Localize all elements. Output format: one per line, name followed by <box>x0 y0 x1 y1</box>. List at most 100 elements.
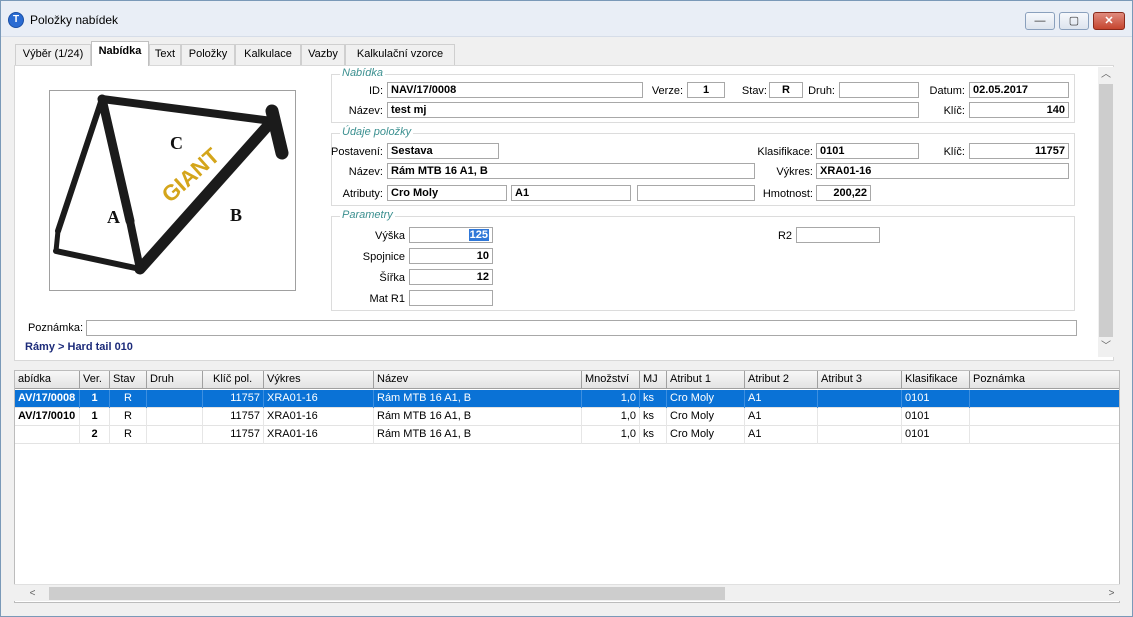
cell-atribut-2: A1 <box>745 408 818 426</box>
minimize-button[interactable]: — <box>1025 12 1055 30</box>
tab-vazby[interactable]: Vazby <box>301 44 345 65</box>
col-druh[interactable]: Druh <box>147 371 203 389</box>
poznamka-label: Poznámka: <box>27 322 83 334</box>
cell-poznamka <box>970 408 1119 426</box>
vyska-label: Výška <box>375 230 405 242</box>
scroll-down-icon[interactable]: ﹀ <box>1098 339 1114 355</box>
cell-atribut-2: A1 <box>745 426 818 444</box>
klic-polozky-field[interactable]: 11757 <box>969 143 1069 159</box>
nazev-nabidky-field[interactable]: test mj <box>387 102 919 118</box>
col-nazev[interactable]: Název <box>374 371 582 389</box>
klic-polozky-label: Klíč: <box>943 146 965 158</box>
cell-klic-pol: 11757 <box>203 390 264 408</box>
datum-field[interactable]: 02.05.2017 <box>969 82 1069 98</box>
r2-field[interactable] <box>796 227 880 243</box>
scroll-up-icon[interactable]: ︿ <box>1098 67 1114 83</box>
group-nabidka-legend: Nabídka <box>340 67 385 79</box>
bike-frame-image: GIANT C A B <box>50 91 295 290</box>
nazev-polozky-label: Název: <box>348 166 383 178</box>
cell-ver: 2 <box>80 426 110 444</box>
tab-nabidka[interactable]: Nabídka <box>91 41 149 66</box>
grid-horizontal-scrollbar[interactable]: < > <box>14 584 1120 601</box>
cell-mnozstvi: 1,0 <box>582 426 640 444</box>
col-stav[interactable]: Stav <box>110 371 147 389</box>
klasifikace-field[interactable]: 0101 <box>816 143 919 159</box>
col-atribut-1[interactable]: Atribut 1 <box>667 371 745 389</box>
verze-label: Verze: <box>651 85 683 97</box>
cell-atribut-3 <box>818 426 902 444</box>
id-label: ID: <box>368 85 383 97</box>
col-ver[interactable]: Ver. <box>80 371 110 389</box>
cell-nazev: Rám MTB 16 A1, B <box>374 426 582 444</box>
id-field[interactable]: NAV/17/0008 <box>387 82 643 98</box>
col-mj[interactable]: MJ <box>640 371 667 389</box>
table-row[interactable]: AV/17/0008 1 R 11757 XRA01-16 Rám MTB 16… <box>15 390 1119 408</box>
cell-mj: ks <box>640 426 667 444</box>
druh-label: Druh: <box>808 85 835 97</box>
sirka-field[interactable]: 12 <box>409 269 493 285</box>
poznamka-field[interactable] <box>86 320 1077 336</box>
cell-mj: ks <box>640 390 667 408</box>
col-nabidka[interactable]: abídka <box>15 371 80 389</box>
hmotnost-field[interactable]: 200,22 <box>816 185 871 201</box>
items-grid: abídka Ver. Stav Druh Klíč pol. Výkres N… <box>14 370 1120 603</box>
postaveni-field[interactable]: Sestava <box>387 143 499 159</box>
spojnice-label: Spojnice <box>362 251 405 263</box>
window-title: Položky nabídek <box>30 13 119 27</box>
cell-ver: 1 <box>80 408 110 426</box>
breadcrumb[interactable]: Rámy > Hard tail 010 <box>25 341 133 353</box>
label-c: C <box>170 133 183 153</box>
stav-field[interactable]: R <box>769 82 803 98</box>
close-button[interactable]: ✕ <box>1093 12 1125 30</box>
tab-text[interactable]: Text <box>149 44 181 65</box>
atribut-1-field[interactable]: Cro Moly <box>387 185 507 201</box>
col-poznamka[interactable]: Poznámka <box>970 371 1119 389</box>
cell-mnozstvi: 1,0 <box>582 390 640 408</box>
scroll-left-icon[interactable]: < <box>24 585 41 602</box>
vyska-field[interactable]: 125 <box>409 227 493 243</box>
tab-kalkulace[interactable]: Kalkulace <box>235 44 301 65</box>
cell-nabidka <box>15 426 80 444</box>
cell-druh <box>147 426 203 444</box>
klic-nabidky-field[interactable]: 140 <box>969 102 1069 118</box>
atribut-3-field[interactable] <box>637 185 755 201</box>
cell-atribut-1: Cro Moly <box>667 408 745 426</box>
vykres-field[interactable]: XRA01-16 <box>816 163 1069 179</box>
group-udaje-legend: Údaje položky <box>340 126 414 138</box>
panel-vertical-scrollbar[interactable]: ︿ ﹀ <box>1098 67 1114 357</box>
hmotnost-label: Hmotnost: <box>762 188 813 200</box>
cell-atribut-2: A1 <box>745 390 818 408</box>
col-vykres[interactable]: Výkres <box>264 371 374 389</box>
sirka-label: Šířka <box>379 272 405 284</box>
druh-field[interactable] <box>839 82 919 98</box>
app-icon: T <box>8 12 24 28</box>
table-row[interactable]: 2 R 11757 XRA01-16 Rám MTB 16 A1, B 1,0 … <box>15 426 1119 444</box>
stav-label: Stav: <box>741 85 767 97</box>
main-window: T Položky nabídek — ▢ ✕ Výběr (1/24) Nab… <box>0 0 1133 617</box>
verze-field[interactable]: 1 <box>687 82 725 98</box>
nazev-polozky-field[interactable]: Rám MTB 16 A1, B <box>387 163 755 179</box>
maximize-button[interactable]: ▢ <box>1059 12 1089 30</box>
atribut-2-field[interactable]: A1 <box>511 185 631 201</box>
spojnice-field[interactable]: 10 <box>409 248 493 264</box>
scroll-thumb[interactable] <box>1099 84 1113 337</box>
cell-vykres: XRA01-16 <box>264 408 374 426</box>
tab-kalkulacni-vzorce[interactable]: Kalkulační vzorce <box>345 44 455 65</box>
matr1-field[interactable] <box>409 290 493 306</box>
col-atribut-2[interactable]: Atribut 2 <box>745 371 818 389</box>
r2-label: R2 <box>777 230 792 242</box>
col-mnozstvi[interactable]: Množství <box>582 371 640 389</box>
title-bar[interactable]: T Položky nabídek — ▢ ✕ <box>1 1 1132 37</box>
label-b: B <box>230 205 242 225</box>
horizontal-scroll-thumb[interactable] <box>49 587 725 600</box>
cell-ver: 1 <box>80 390 110 408</box>
postaveni-label: Postavení: <box>331 146 383 158</box>
col-klasifikace[interactable]: Klasifikace <box>902 371 970 389</box>
col-klic-pol[interactable]: Klíč pol. <box>203 371 264 389</box>
scroll-right-icon[interactable]: > <box>1103 585 1120 602</box>
item-image: GIANT C A B <box>49 90 296 291</box>
table-row[interactable]: AV/17/0010 1 R 11757 XRA01-16 Rám MTB 16… <box>15 408 1119 426</box>
tab-vyber[interactable]: Výběr (1/24) <box>15 44 91 65</box>
tab-polozky[interactable]: Položky <box>181 44 235 65</box>
col-atribut-3[interactable]: Atribut 3 <box>818 371 902 389</box>
